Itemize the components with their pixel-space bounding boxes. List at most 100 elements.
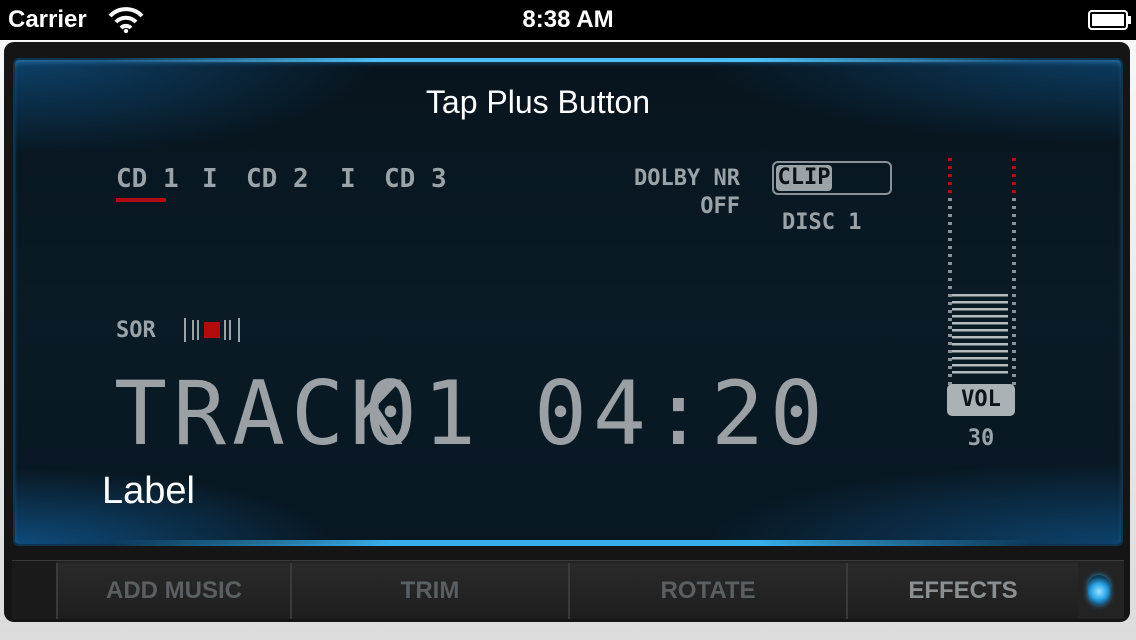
meter-tick [948, 214, 952, 217]
meter-tick [1012, 310, 1016, 313]
battery-icon [1088, 10, 1131, 30]
disc-label: DISC 1 [782, 210, 862, 235]
add-music-button[interactable]: ADD MUSIC [56, 563, 290, 619]
meter-tick [948, 326, 952, 329]
dolby-nr-value: OFF [700, 194, 740, 219]
clock: 8:38 AM [522, 6, 614, 33]
meter-tick [1012, 182, 1016, 185]
meter-tick [1012, 286, 1016, 289]
meter-tick [1012, 342, 1016, 345]
clip-toggle-label: CLIP [776, 165, 832, 191]
meter-tick [1012, 318, 1016, 321]
power-light-icon[interactable] [1088, 575, 1110, 605]
meter-ticks [948, 158, 1016, 385]
meter-tick [1012, 214, 1016, 217]
meter-tick [1012, 230, 1016, 233]
meter-tick [948, 222, 952, 225]
clip-toggle[interactable]: CLIP [772, 161, 892, 195]
meter-tick [948, 342, 952, 345]
meter-tick [1012, 374, 1016, 377]
meter-tick [948, 374, 952, 377]
meter-tick [1012, 238, 1016, 241]
tab-separator: I [340, 164, 356, 194]
meter-level-bar [952, 364, 1008, 367]
track-number: 01 [364, 362, 482, 465]
meter-tick [948, 366, 952, 369]
meter-tick [948, 334, 952, 337]
selected-tab-underline [116, 198, 166, 202]
label-text: Label [102, 470, 195, 512]
status-bar: Carrier 8:38 AM [0, 0, 1136, 40]
meter-tick [948, 198, 952, 201]
tap-plus-button-label[interactable]: Tap Plus Button [0, 84, 1076, 121]
meter-tick [1012, 334, 1016, 337]
meter-tick [1012, 206, 1016, 209]
meter-tick [948, 350, 952, 353]
meter-tick [948, 294, 952, 297]
meter-level-bar [952, 336, 1008, 339]
meter-level-bar [952, 343, 1008, 346]
meter-tick [1012, 270, 1016, 273]
trim-button[interactable]: TRIM [290, 563, 568, 619]
meter-tick [948, 286, 952, 289]
meter-tick [948, 358, 952, 361]
meter-tick [948, 182, 952, 185]
track-time: 04:20 [534, 362, 829, 465]
meter-tick [948, 174, 952, 177]
rotate-button[interactable]: ROTATE [568, 563, 846, 619]
meter-tick [948, 166, 952, 169]
meter-tick [1012, 222, 1016, 225]
volume-badge: VOL [947, 384, 1015, 416]
meter-tick [948, 254, 952, 257]
tab-cd-3[interactable]: CD 3 [384, 164, 447, 194]
meter-level-bar [952, 308, 1008, 311]
meter-tick [1012, 166, 1016, 169]
meter-tick [1012, 302, 1016, 305]
effects-button[interactable]: EFFECTS [846, 563, 1078, 619]
volume-value: 30 [967, 426, 995, 451]
meter-tick [948, 246, 952, 249]
meter-level-bar [952, 357, 1008, 360]
meter-tick [1012, 198, 1016, 201]
sor-indicator-icon [184, 318, 240, 342]
meter-tick [948, 158, 952, 161]
meter-tick [1012, 254, 1016, 257]
meter-level-bar [952, 315, 1008, 318]
top-glow [103, 58, 1033, 62]
meter-tick [1012, 262, 1016, 265]
volume-meter[interactable] [936, 156, 1026, 386]
tab-separator: I [202, 164, 218, 194]
meter-tick [1012, 294, 1016, 297]
toolbar-edge [12, 561, 56, 619]
meter-tick [948, 270, 952, 273]
meter-tick [948, 278, 952, 281]
tab-cd-2[interactable]: CD 2 [246, 164, 309, 194]
meter-tick [1012, 326, 1016, 329]
dolby-nr-label: DOLBY NR [634, 166, 740, 191]
meter-level-bar [952, 350, 1008, 353]
meter-tick [948, 310, 952, 313]
meter-tick [1012, 350, 1016, 353]
meter-tick [948, 206, 952, 209]
meter-level-bar [952, 371, 1008, 374]
sor-label: SOR [116, 318, 156, 343]
meter-tick [1012, 174, 1016, 177]
meter-tick [948, 302, 952, 305]
bottom-glow [113, 540, 1033, 546]
meter-tick [1012, 366, 1016, 369]
meter-level-bar [952, 329, 1008, 332]
tab-cd-1[interactable]: CD 1 [116, 164, 179, 194]
meter-tick [1012, 246, 1016, 249]
meter-tick [1012, 358, 1016, 361]
meter-tick [948, 238, 952, 241]
meter-level-bar [952, 301, 1008, 304]
bottom-toolbar: ADD MUSIC TRIM ROTATE EFFECTS [12, 560, 1124, 619]
meter-tick [948, 318, 952, 321]
meter-level-bar [952, 322, 1008, 325]
meter-tick [1012, 278, 1016, 281]
meter-tick [1012, 190, 1016, 193]
meter-tick [948, 262, 952, 265]
meter-tick [1012, 158, 1016, 161]
meter-tick [948, 190, 952, 193]
meter-level-bar [952, 294, 1008, 297]
